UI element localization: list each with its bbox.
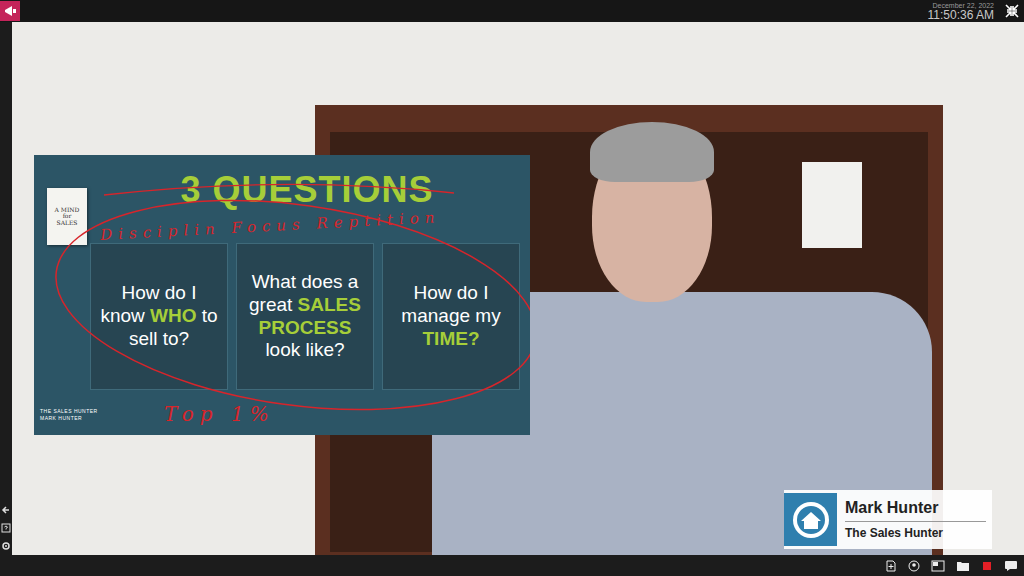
name-tag-text: Mark HunterThe Sales Hunter	[845, 499, 986, 540]
folder-icon[interactable]	[956, 560, 970, 572]
book-title-line: A MIND	[55, 207, 80, 214]
gear-icon[interactable]	[1, 541, 11, 551]
name-tag: Mark HunterThe Sales Hunter	[784, 490, 992, 549]
stop-record-icon[interactable]	[981, 560, 993, 572]
person-icon[interactable]	[908, 560, 920, 572]
help-icon[interactable]	[1, 523, 11, 533]
slide-logo: THE SALES HUNTERMARK HUNTER	[40, 408, 98, 421]
logo-line: THE SALES HUNTER	[40, 408, 98, 415]
house-icon	[791, 500, 831, 540]
date-label: December 22, 2022	[933, 2, 994, 9]
top-bar-right: December 22, 202211:50:36 AM	[928, 2, 1024, 21]
top-bar: December 22, 202211:50:36 AM	[0, 0, 1024, 22]
collapse-icon[interactable]	[1004, 3, 1020, 19]
question-card: What does a great SALES PROCESS look lik…	[236, 243, 374, 390]
question-highlight: WHO	[150, 305, 196, 326]
question-card: How do I manage my TIME?	[382, 243, 520, 390]
left-sidebar	[0, 22, 12, 555]
question-cards: How do I know WHO to sell to? What does a…	[90, 243, 520, 390]
presenter-subtitle: The Sales Hunter	[845, 522, 986, 540]
megaphone-icon[interactable]	[0, 1, 20, 21]
question-after: look like?	[265, 339, 344, 360]
question-text: How do I manage my TIME?	[391, 282, 511, 350]
time-label: 11:50:36 AM	[928, 9, 995, 21]
clock: December 22, 202211:50:36 AM	[928, 2, 995, 21]
add-file-icon[interactable]	[885, 560, 897, 572]
book-title-line: for	[63, 213, 72, 220]
handwritten-annotation: Disciplin Focus Reptition	[100, 208, 441, 244]
question-before: How do I manage my	[401, 282, 500, 326]
person-hair	[590, 122, 714, 182]
question-highlight: TIME?	[423, 328, 480, 349]
slide-title: 3 QUESTIONS	[94, 169, 520, 211]
presenter-name: Mark Hunter	[845, 499, 986, 522]
question-card: How do I know WHO to sell to?	[90, 243, 228, 390]
house-logo-icon	[784, 493, 837, 546]
question-text: How do I know WHO to sell to?	[99, 282, 219, 350]
logo-line: MARK HUNTER	[40, 415, 98, 422]
chat-icon[interactable]	[1004, 560, 1018, 572]
book-title-line: SALES	[57, 220, 78, 227]
main-area: A MINDforSALES3 QUESTIONSHow do I know W…	[0, 22, 1024, 555]
handwritten-annotation: Top 1%	[164, 402, 275, 426]
question-text: What does a great SALES PROCESS look lik…	[245, 271, 365, 362]
shelf-book	[802, 162, 862, 248]
presentation-slide: A MINDforSALES3 QUESTIONSHow do I know W…	[34, 155, 530, 435]
book-cover: A MINDforSALES	[47, 188, 87, 245]
bottom-toolbar	[0, 555, 1024, 576]
layout-icon[interactable]	[931, 560, 945, 572]
video-stage: A MINDforSALES3 QUESTIONSHow do I know W…	[12, 22, 1024, 555]
back-arrow-icon[interactable]	[1, 505, 11, 515]
